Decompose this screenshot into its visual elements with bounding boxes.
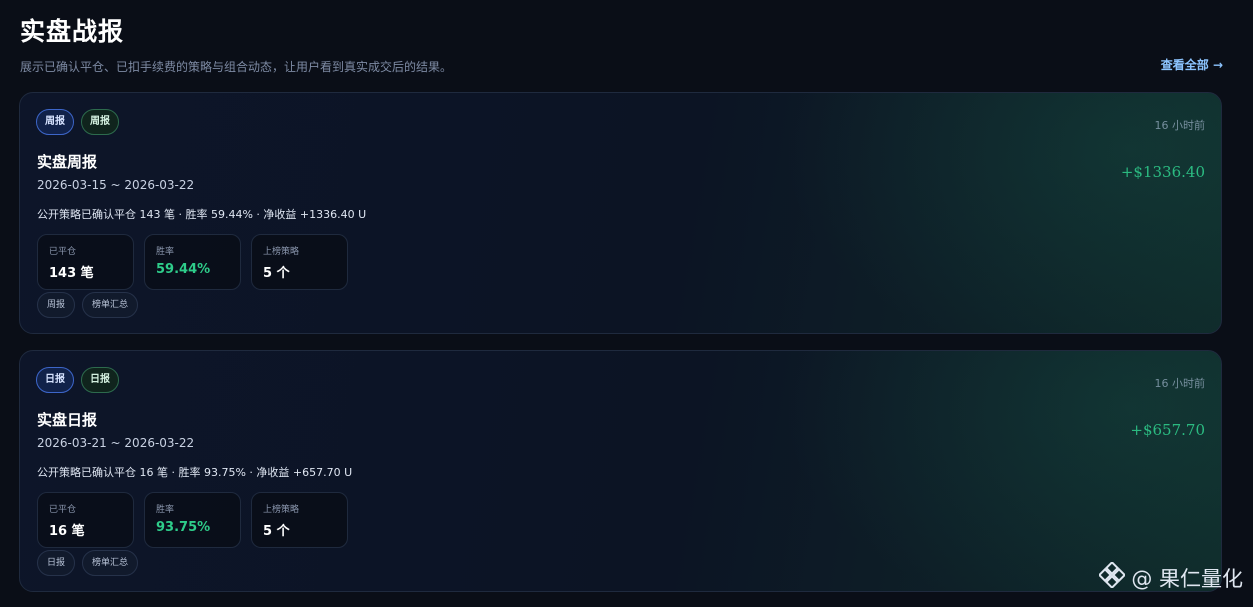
stat-value: 5 个 <box>263 524 290 539</box>
tag-chip[interactable]: 日报 <box>37 550 76 576</box>
tag-group: 周报 榜单汇总 <box>37 292 139 318</box>
stat-win-rate: 胜率 59.44% <box>144 234 241 290</box>
stat-value: 93.75% <box>156 520 211 535</box>
report-card-weekly[interactable]: 周报 周报 16 小时前 实盘周报 2026-03-15 ~ 2026-03-2… <box>19 92 1222 334</box>
stat-label: 上榜策略 <box>263 247 300 257</box>
date-range: 2026-03-21 ~ 2026-03-22 <box>37 436 195 450</box>
watermark: @ 果仁量化 <box>1098 560 1243 593</box>
report-category-badge[interactable]: 周报 <box>81 109 119 135</box>
timestamp: 16 小时前 <box>1154 119 1206 132</box>
stat-value: 59.44% <box>156 262 211 277</box>
stat-label: 胜率 <box>156 505 175 515</box>
tag-group: 日报 榜单汇总 <box>37 550 139 576</box>
page-subtitle: 展示已确认平仓、已扣手续费的策略与组合动态，让用户看到真实成交后的结果。 <box>20 60 453 74</box>
stat-value: 5 个 <box>263 266 290 281</box>
stat-closed-trades: 已平仓 16 笔 <box>37 492 134 548</box>
report-title: 实盘日报 <box>37 411 98 429</box>
tag-chip[interactable]: 周报 <box>37 292 76 318</box>
net-profit-value: +$1336.40 <box>1120 163 1205 181</box>
badge-group: 周报 周报 <box>36 109 119 135</box>
timestamp: 16 小时前 <box>1154 377 1206 390</box>
view-all-link[interactable]: 查看全部 → <box>1161 56 1223 73</box>
net-profit-value: +$657.70 <box>1130 421 1205 439</box>
report-type-badge[interactable]: 周报 <box>36 109 74 135</box>
badge-group: 日报 日报 <box>36 367 119 393</box>
report-category-badge[interactable]: 日报 <box>81 367 119 393</box>
stat-win-rate: 胜率 93.75% <box>144 492 241 548</box>
report-type-badge[interactable]: 日报 <box>36 367 74 393</box>
tag-chip[interactable]: 榜单汇总 <box>82 292 139 318</box>
stat-label: 已平仓 <box>49 505 77 515</box>
report-summary: 公开策略已确认平仓 16 笔 · 胜率 93.75% · 净收益 +657.70… <box>37 466 353 479</box>
stat-label: 已平仓 <box>49 247 77 257</box>
report-title: 实盘周报 <box>37 153 98 171</box>
stat-ranked-strategies: 上榜策略 5 个 <box>251 492 348 548</box>
watermark-text: @ 果仁量化 <box>1131 566 1243 591</box>
page-title: 实盘战报 <box>20 17 125 46</box>
tag-chip[interactable]: 榜单汇总 <box>82 550 139 576</box>
stat-value: 143 笔 <box>49 266 94 281</box>
report-summary: 公开策略已确认平仓 143 笔 · 胜率 59.44% · 净收益 +1336.… <box>37 208 367 221</box>
stat-label: 胜率 <box>156 247 175 257</box>
stat-value: 16 笔 <box>49 524 85 539</box>
page-header: 实盘战报 展示已确认平仓、已扣手续费的策略与组合动态，让用户看到真实成交后的结果… <box>20 12 1223 75</box>
stats-row: 已平仓 143 笔 胜率 59.44% 上榜策略 5 个 <box>37 234 348 290</box>
date-range: 2026-03-15 ~ 2026-03-22 <box>37 178 195 192</box>
report-card-daily[interactable]: 日报 日报 16 小时前 实盘日报 2026-03-21 ~ 2026-03-2… <box>19 350 1222 592</box>
logo-diamond-icon <box>1098 560 1127 593</box>
stat-closed-trades: 已平仓 143 笔 <box>37 234 134 290</box>
stat-label: 上榜策略 <box>263 505 300 515</box>
stats-row: 已平仓 16 笔 胜率 93.75% 上榜策略 5 个 <box>37 492 348 548</box>
stat-ranked-strategies: 上榜策略 5 个 <box>251 234 348 290</box>
